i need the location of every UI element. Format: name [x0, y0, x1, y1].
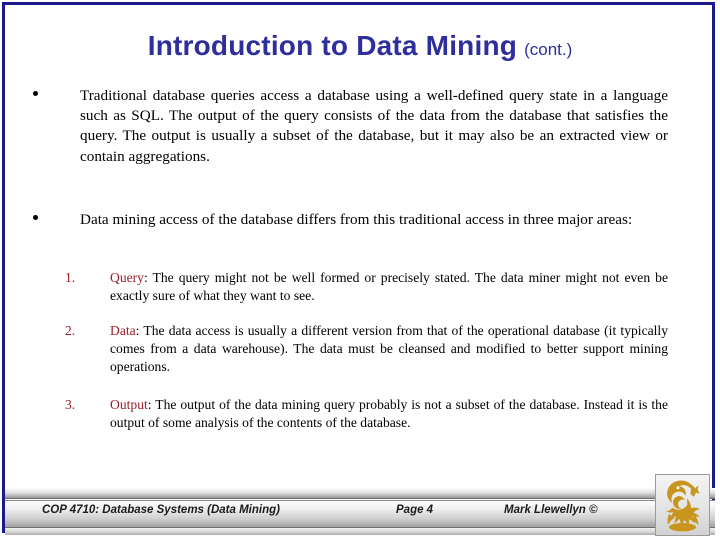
numbered-item-3-marker: 3. — [65, 397, 76, 412]
footer-bar-top — [5, 488, 715, 499]
ucf-pegasus-logo — [655, 474, 710, 536]
bullet-dot-icon — [33, 91, 38, 96]
numbered-item-3-body: The output of the data mining query prob… — [110, 397, 668, 431]
bullet-item-2-text: Data mining access of the database diffe… — [80, 211, 633, 228]
numbered-item-2-body: The data access is usually a different v… — [110, 323, 668, 375]
numbered-item-2-marker: 2. — [65, 323, 76, 338]
numbered-item-2-keyword: Data — [110, 323, 136, 338]
numbered-item-3-text: Output: The output of the data mining qu… — [110, 396, 668, 432]
numbered-item-1-marker: 1. — [65, 270, 76, 285]
numbered-item-2-text: Data: The data access is usually a diffe… — [110, 322, 668, 377]
slide-footer: COP 4710: Database Systems (Data Mining)… — [5, 488, 715, 535]
slide-border-frame — [2, 2, 715, 533]
numbered-item-3-keyword: Output — [110, 397, 148, 412]
pegasus-icon — [666, 480, 700, 532]
slide-canvas: Introduction to Data Mining (cont.) Tradi… — [0, 0, 720, 540]
footer-course-label: COP 4710: Database Systems (Data Mining) — [42, 504, 280, 516]
bullet-dot-icon — [33, 215, 38, 220]
page-title-continuation: (cont.) — [524, 40, 573, 59]
numbered-item-1-body: The query might not be well formed or pr… — [110, 270, 668, 304]
bullet-item-1-text: Traditional database queries access a da… — [80, 87, 668, 165]
page-title: Introduction to Data Mining (cont.) — [0, 30, 720, 62]
footer-bar-bottom — [5, 528, 715, 535]
numbered-item-1-keyword: Query — [110, 270, 144, 285]
footer-page-number: Page 4 — [396, 504, 434, 516]
footer-author-label: Mark Llewellyn © — [504, 504, 598, 516]
page-title-main: Introduction to Data Mining — [147, 30, 518, 61]
numbered-item-1-text: Query: The query might not be well forme… — [110, 269, 668, 305]
